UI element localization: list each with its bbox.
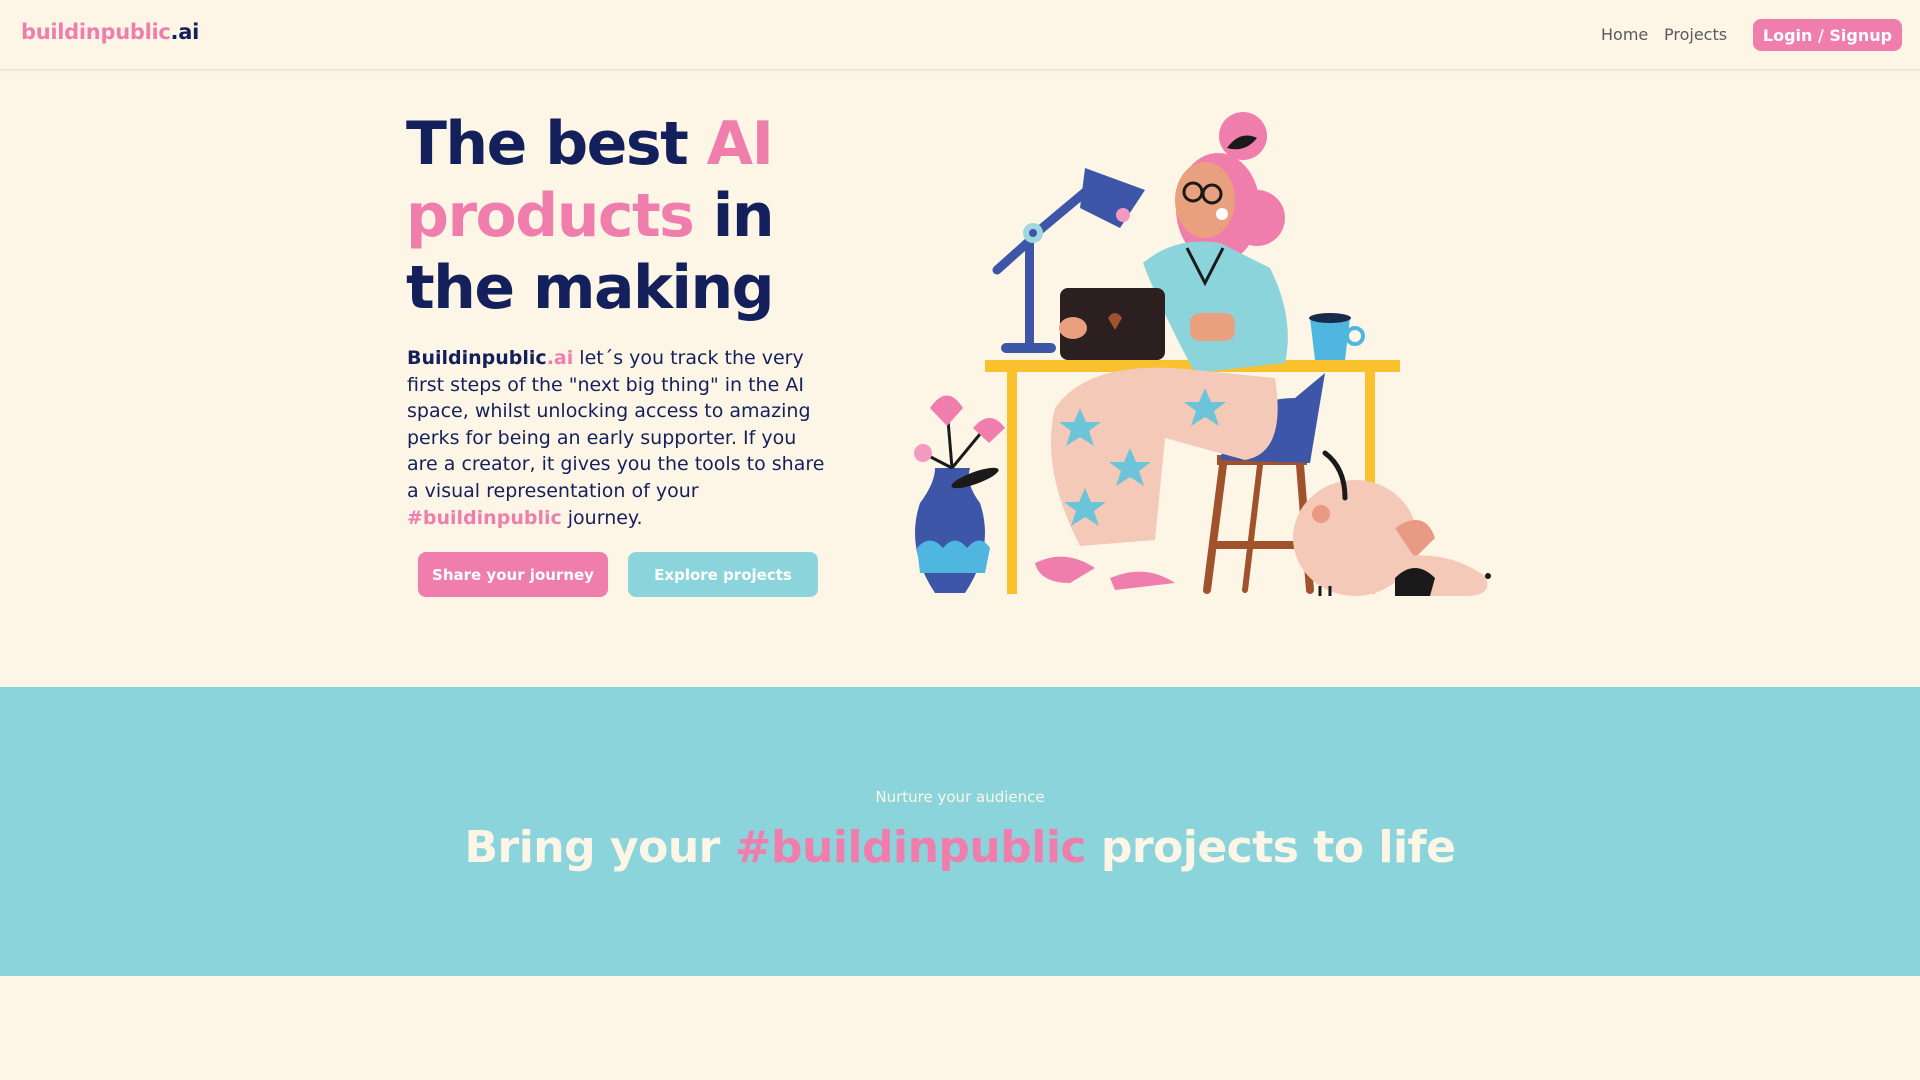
- hero-title-part: in: [693, 181, 775, 251]
- section-title-hashtag: #buildinpublic: [734, 822, 1087, 873]
- hashtag: #buildinpublic: [407, 506, 562, 529]
- hero-title-part: The best: [406, 109, 707, 179]
- coffee-mug-icon: [1309, 313, 1365, 360]
- section-title-part: projects to life: [1086, 822, 1456, 873]
- brand-name: Buildinpublic: [407, 347, 547, 369]
- flower-vase-icon: [914, 395, 1005, 593]
- hero-title-highlight: products: [406, 181, 695, 251]
- audience-section: Nurture your audience Bring your #buildi…: [0, 687, 1920, 976]
- brand-suffix: .ai: [546, 347, 574, 369]
- hero-description-text: let´s you track the very first steps of …: [407, 347, 825, 502]
- woman-at-desk-illustration: [914, 112, 1491, 596]
- hero-description-end: journey.: [561, 506, 643, 529]
- login-signup-button[interactable]: Login / Signup: [1753, 19, 1902, 51]
- share-journey-button[interactable]: Share your journey: [418, 552, 608, 597]
- site-logo[interactable]: buildinpublic.ai: [21, 20, 199, 44]
- nav-link-home[interactable]: Home: [1601, 25, 1648, 44]
- logo-suffix: .ai: [170, 20, 200, 44]
- woman-figure-icon: [1035, 112, 1288, 590]
- navbar: buildinpublic.ai Home Projects Login / S…: [0, 0, 1920, 70]
- hero-description: Buildinpublic.ai let´s you track the ver…: [407, 345, 827, 531]
- nav-link-projects[interactable]: Projects: [1664, 25, 1727, 44]
- section-kicker: Nurture your audience: [875, 788, 1045, 806]
- section-title-part: Bring your: [464, 822, 735, 873]
- hero-title-highlight: AI: [706, 109, 774, 179]
- hero-title: The best AI products in the making: [406, 108, 866, 324]
- hero-title-part: the making: [406, 253, 775, 323]
- dog-icon: [1293, 450, 1491, 596]
- section-title: Bring your #buildinpublic projects to li…: [0, 822, 1920, 873]
- logo-main: buildinpublic: [21, 20, 171, 44]
- explore-projects-button[interactable]: Explore projects: [628, 552, 818, 597]
